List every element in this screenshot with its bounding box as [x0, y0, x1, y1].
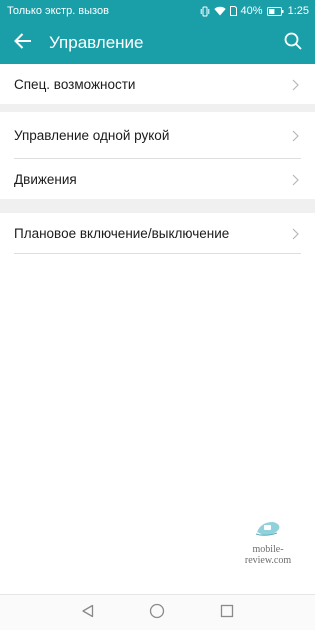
list-item-label: Плановое включение/выключение — [14, 225, 230, 241]
page-title: Управление — [49, 33, 144, 52]
chevron-right-icon — [292, 173, 299, 191]
search-button[interactable] — [271, 22, 315, 64]
battery-icon — [266, 6, 284, 16]
section-gap — [0, 199, 315, 213]
nav-back-button[interactable] — [80, 604, 96, 623]
search-icon — [284, 32, 302, 55]
sim-icon — [229, 6, 237, 16]
app-bar: Управление — [0, 22, 315, 64]
carrier-text: Только экстр. вызов — [7, 5, 109, 17]
navigation-bar — [0, 594, 315, 630]
list-item-label: Движения — [14, 171, 77, 187]
watermark-logo-icon — [253, 522, 283, 542]
status-bar: Только экстр. вызов 40% 1:25 — [0, 0, 315, 22]
settings-list: Спец. возможности Управление одной рукой… — [0, 64, 315, 254]
back-triangle-icon — [81, 604, 95, 623]
home-circle-icon — [149, 603, 165, 624]
screen: Только экстр. вызов 40% 1:25 Управление … — [0, 0, 315, 630]
nav-recents-button[interactable] — [219, 604, 235, 623]
wifi-icon — [213, 6, 226, 16]
back-button[interactable] — [0, 22, 46, 64]
chevron-right-icon — [292, 227, 299, 245]
watermark-text: mobile-review.com — [244, 544, 292, 566]
vibrate-icon — [200, 6, 210, 17]
list-item-motions[interactable]: Движения — [0, 159, 315, 199]
recents-square-icon — [220, 604, 234, 623]
nav-home-button[interactable] — [149, 603, 165, 624]
list-item-label: Управление одной рукой — [14, 127, 170, 143]
section-gap — [0, 104, 315, 112]
watermark: mobile-review.com — [232, 518, 304, 566]
status-icons: 40% 1:25 — [200, 5, 309, 17]
list-item-one-hand-mode[interactable]: Управление одной рукой — [0, 112, 315, 158]
battery-percent: 40% — [240, 5, 263, 17]
divider — [14, 253, 301, 254]
list-item-accessibility[interactable]: Спец. возможности — [0, 64, 315, 104]
chevron-right-icon — [292, 78, 299, 96]
arrow-left-icon — [14, 32, 32, 54]
chevron-right-icon — [292, 129, 299, 147]
clock: 1:25 — [287, 5, 309, 17]
list-item-scheduled-power[interactable]: Плановое включение/выключение — [0, 213, 315, 253]
list-item-label: Спец. возможности — [14, 76, 136, 92]
